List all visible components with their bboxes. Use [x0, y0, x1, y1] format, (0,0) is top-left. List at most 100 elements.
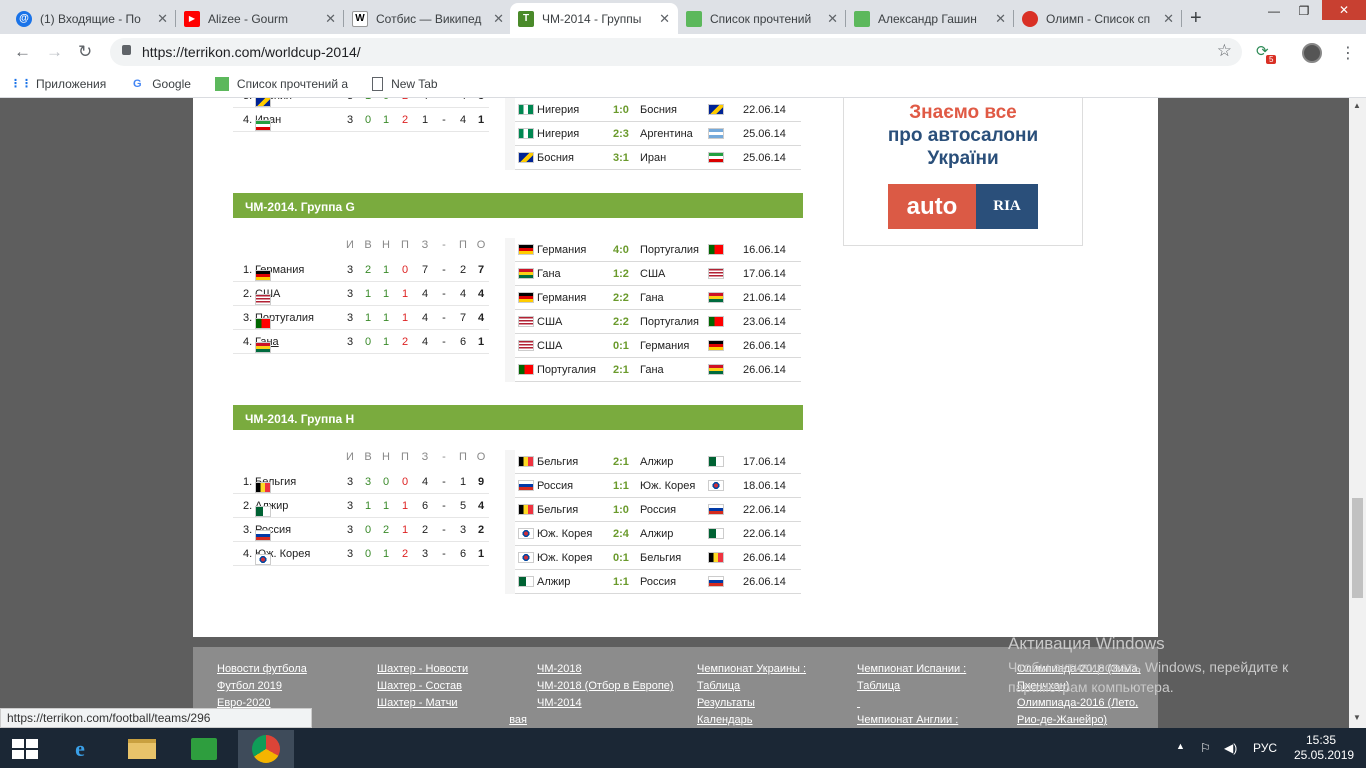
footer-link[interactable]: вая: [377, 712, 527, 728]
match-row[interactable]: Германия 2:2 Гана 21.06.14: [515, 286, 801, 310]
back-icon[interactable]: ←: [14, 42, 31, 62]
tab-close-icon[interactable]: ✕: [1163, 11, 1174, 27]
chrome-icon[interactable]: [238, 730, 294, 768]
match-row[interactable]: США 2:2 Португалия 23.06.14: [515, 310, 801, 334]
store-icon[interactable]: [176, 730, 232, 768]
away-team[interactable]: Германия: [640, 340, 689, 352]
tab-close-icon[interactable]: ✕: [995, 11, 1006, 27]
bookmark-apps[interactable]: ⋮⋮ Приложения: [10, 77, 106, 91]
browser-tab[interactable]: T ЧМ-2014 - Группы ✕: [510, 3, 678, 34]
footer-link[interactable]: Новости футбола: [217, 661, 367, 678]
match-score[interactable]: 0:1: [613, 552, 629, 564]
match-row[interactable]: Бельгия 1:0 Россия 22.06.14: [515, 498, 801, 522]
footer-link[interactable]: Календарь: [697, 712, 847, 728]
match-score[interactable]: 2:2: [613, 316, 629, 328]
bookmark-google[interactable]: G Google: [130, 77, 191, 91]
away-team[interactable]: Юж. Корея: [640, 480, 695, 492]
match-row[interactable]: Босния 3:1 Иран 25.06.14: [515, 146, 801, 170]
reload-icon[interactable]: ↻: [78, 42, 92, 62]
match-row[interactable]: Нигерия 2:3 Аргентина 25.06.14: [515, 122, 801, 146]
away-team[interactable]: Португалия: [640, 316, 699, 328]
scrollbar-thumb[interactable]: [1352, 498, 1363, 598]
url-text[interactable]: https://terrikon.com/worldcup-2014/: [142, 44, 361, 60]
footer-link[interactable]: Чемпионат Англии :: [857, 712, 1007, 728]
browser-tab[interactable]: Олимп - Список сп ✕: [1014, 3, 1182, 34]
away-team[interactable]: Гана: [640, 292, 664, 304]
bookmark-star-icon[interactable]: ☆: [1217, 41, 1232, 61]
footer-link[interactable]: [857, 695, 1007, 712]
tab-close-icon[interactable]: ✕: [325, 11, 336, 27]
home-team[interactable]: Гана: [537, 268, 561, 280]
away-team[interactable]: США: [640, 268, 665, 280]
match-score[interactable]: 2:4: [613, 528, 629, 540]
browser-tab[interactable]: Список прочтений ✕: [678, 3, 846, 34]
home-team[interactable]: Нигерия: [537, 104, 579, 116]
footer-link[interactable]: Чемпионат Испании :: [857, 661, 1007, 678]
volume-icon[interactable]: ◀): [1224, 741, 1237, 755]
match-row[interactable]: Нигерия 1:0 Босния 22.06.14: [515, 98, 801, 122]
forward-icon[interactable]: →: [46, 42, 63, 62]
match-score[interactable]: 2:1: [613, 456, 629, 468]
away-team[interactable]: Алжир: [640, 456, 673, 468]
home-team[interactable]: Россия: [537, 480, 573, 492]
match-row[interactable]: Юж. Корея 0:1 Бельгия 26.06.14: [515, 546, 801, 570]
match-score[interactable]: 1:0: [613, 504, 629, 516]
match-score[interactable]: 2:2: [613, 292, 629, 304]
home-team[interactable]: Бельгия: [537, 456, 578, 468]
browser-tab[interactable]: W Сотбис — Википед ✕: [344, 3, 512, 34]
lock-icon[interactable]: [122, 45, 131, 55]
tab-close-icon[interactable]: ✕: [659, 11, 670, 27]
minimize-button[interactable]: —: [1260, 0, 1288, 22]
footer-link[interactable]: Олимпиада-2016 (Лето, Рио-де-Жанейро): [1017, 695, 1157, 728]
footer-link[interactable]: Результаты: [697, 695, 847, 712]
away-team[interactable]: Португалия: [640, 244, 699, 256]
match-row[interactable]: Россия 1:1 Юж. Корея 18.06.14: [515, 474, 801, 498]
menu-icon[interactable]: ⋮: [1340, 43, 1356, 63]
away-team[interactable]: Иран: [640, 152, 666, 164]
away-team[interactable]: Босния: [640, 104, 677, 116]
browser-tab[interactable]: @ (1) Входящие - По ✕: [8, 3, 176, 34]
match-row[interactable]: Гана 1:2 США 17.06.14: [515, 262, 801, 286]
browser-tab[interactable]: ▶ Alizee - Gourm ✕: [176, 3, 344, 34]
scroll-up-icon[interactable]: ▲: [1353, 101, 1361, 110]
match-row[interactable]: Юж. Корея 2:4 Алжир 22.06.14: [515, 522, 801, 546]
taskbar-clock[interactable]: 15:35 25.05.2019: [1294, 733, 1354, 763]
home-team[interactable]: Юж. Корея: [537, 528, 592, 540]
away-team[interactable]: Бельгия: [640, 552, 681, 564]
new-tab-button[interactable]: +: [1190, 7, 1202, 30]
footer-link[interactable]: ЧМ-2018: [537, 661, 687, 678]
footer-link[interactable]: Шахтер - Матчи: [377, 695, 527, 712]
page-scrollbar[interactable]: ▲ ▼: [1349, 98, 1366, 728]
bookmark-new-tab[interactable]: New Tab: [372, 76, 438, 91]
match-row[interactable]: США 0:1 Германия 26.06.14: [515, 334, 801, 358]
home-team[interactable]: Босния: [537, 152, 574, 164]
match-score[interactable]: 4:0: [613, 244, 629, 256]
windows-start-icon[interactable]: [12, 739, 38, 759]
home-team[interactable]: Португалия: [537, 364, 596, 376]
footer-link[interactable]: Таблица: [697, 678, 847, 695]
away-team[interactable]: Аргентина: [640, 128, 693, 140]
browser-tab[interactable]: Александр Гашин ✕: [846, 3, 1014, 34]
away-team[interactable]: Россия: [640, 576, 676, 588]
file-explorer-icon[interactable]: [114, 730, 170, 768]
close-window-button[interactable]: ✕: [1322, 0, 1366, 20]
home-team[interactable]: Алжир: [537, 576, 570, 588]
footer-link[interactable]: Таблица: [857, 678, 1007, 695]
footer-link[interactable]: Шахтер - Новости: [377, 661, 527, 678]
restore-button[interactable]: ❐: [1290, 0, 1318, 22]
away-team[interactable]: Алжир: [640, 528, 673, 540]
footer-link[interactable]: Футбол 2019: [217, 678, 367, 695]
scroll-down-icon[interactable]: ▼: [1353, 713, 1361, 722]
away-team[interactable]: Россия: [640, 504, 676, 516]
footer-link[interactable]: Шахтер - Состав: [377, 678, 527, 695]
tab-close-icon[interactable]: ✕: [827, 11, 838, 27]
tab-close-icon[interactable]: ✕: [157, 11, 168, 27]
footer-link[interactable]: Чемпионат Украины :: [697, 661, 847, 678]
footer-link[interactable]: ЧМ-2018 (Отбор в Европе): [537, 678, 687, 695]
network-icon[interactable]: ⚐: [1200, 741, 1211, 755]
home-team[interactable]: Юж. Корея: [537, 552, 592, 564]
home-team[interactable]: Бельгия: [537, 504, 578, 516]
address-bar[interactable]: https://terrikon.com/worldcup-2014/ ☆: [110, 38, 1242, 66]
language-indicator[interactable]: РУС: [1253, 741, 1277, 755]
home-team[interactable]: Германия: [537, 244, 586, 256]
